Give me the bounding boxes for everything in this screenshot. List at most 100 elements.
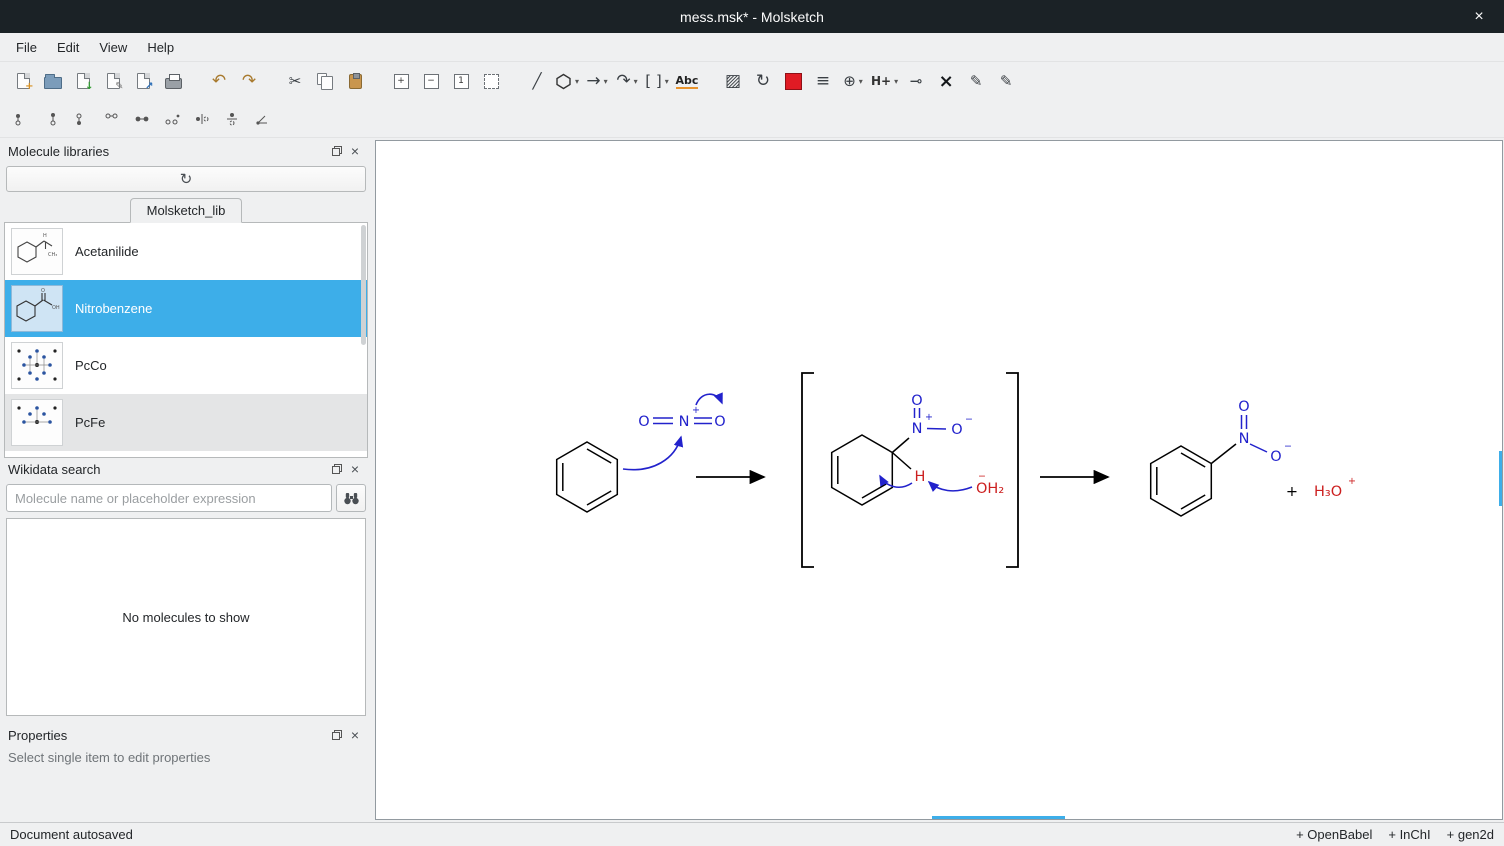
mechanism-dropdown-arrow[interactable]: ▾: [634, 77, 638, 86]
arrow-dropdown-arrow[interactable]: ▾: [604, 77, 608, 86]
intermediate-o-top[interactable]: O: [911, 393, 922, 409]
libraries-float-button[interactable]: [328, 142, 346, 160]
search-button[interactable]: [336, 484, 366, 512]
hydronium-ion[interactable]: H₃O +: [1314, 476, 1356, 500]
rotate-tool[interactable]: ↻: [748, 66, 778, 96]
intermediate-brackets[interactable]: [802, 373, 1018, 567]
curved-arrow-icon: ↷: [616, 71, 630, 91]
ring-dropdown-arrow[interactable]: ▾: [575, 77, 579, 86]
benzene-molecule[interactable]: [557, 442, 618, 512]
bracket-dropdown-arrow[interactable]: ▾: [665, 77, 669, 86]
menu-edit[interactable]: Edit: [47, 36, 89, 59]
zoom-in-button[interactable]: +: [386, 66, 416, 96]
hydronium-label[interactable]: H₃O: [1314, 484, 1342, 500]
arenium-intermediate[interactable]: O N + O − H: [832, 393, 973, 505]
molecule-tool-conformer[interactable]: [8, 104, 38, 134]
charge-dropdown-arrow[interactable]: ▾: [859, 77, 863, 86]
color-picker-button[interactable]: [778, 66, 808, 96]
intermediate-h[interactable]: H: [915, 469, 926, 485]
library-item-pcco[interactable]: PcCo: [5, 337, 367, 394]
menu-view[interactable]: View: [89, 36, 137, 59]
nitronium-ion[interactable]: O N + O: [638, 405, 725, 430]
save-button[interactable]: ↓: [68, 66, 98, 96]
curved-arrow-water-to-h[interactable]: [929, 482, 972, 491]
molecule-tool-bond-angle[interactable]: [248, 104, 278, 134]
vertical-scrollbar-thumb[interactable]: [1499, 451, 1502, 506]
drawing-canvas[interactable]: O N + O: [375, 140, 1503, 820]
curved-arrow-benzene-to-nitronium[interactable]: [623, 437, 681, 470]
library-item-pcfe[interactable]: PcFe: [5, 394, 367, 451]
print-button[interactable]: [158, 66, 188, 96]
nitronium-n[interactable]: N: [679, 414, 690, 430]
molecule-tool-split[interactable]: [98, 104, 128, 134]
redo-button[interactable]: ↷: [234, 66, 264, 96]
copy-button[interactable]: [310, 66, 340, 96]
save-as-button[interactable]: ✎: [98, 66, 128, 96]
charge-tool[interactable]: ⊕▾: [838, 66, 868, 96]
nitronium-o-right[interactable]: O: [714, 414, 725, 430]
new-file-icon: +: [17, 73, 30, 89]
paste-button[interactable]: [340, 66, 370, 96]
properties-float-button[interactable]: [328, 726, 346, 744]
format-brush-tool[interactable]: ✎: [961, 66, 991, 96]
libraries-close-button[interactable]: ×: [346, 142, 364, 160]
hydrogen-tool[interactable]: H+▾: [868, 66, 901, 96]
library-list-scrollbar[interactable]: [361, 225, 366, 345]
nitrobenzene-product[interactable]: O N O −: [1151, 399, 1292, 516]
new-file-button[interactable]: +: [8, 66, 38, 96]
product-o-right[interactable]: O: [1270, 449, 1281, 465]
menu-file[interactable]: File: [6, 36, 47, 59]
library-item-nitrobenzene[interactable]: O OH Nitrobenzene: [5, 280, 367, 337]
library-item-label: Nitrobenzene: [75, 301, 152, 316]
properties-close-button[interactable]: ×: [346, 726, 364, 744]
curved-arrow-no-bond-to-oxygen[interactable]: [696, 394, 722, 405]
refresh-libraries-button[interactable]: ↻: [6, 166, 366, 192]
hydronium-charge: +: [1348, 476, 1356, 487]
molecule-tool-flip-vertical[interactable]: [218, 104, 248, 134]
menu-help[interactable]: Help: [137, 36, 184, 59]
main-content: Molecule libraries × ↻ Molsketch_lib: [0, 138, 1504, 822]
open-file-button[interactable]: [38, 66, 68, 96]
intermediate-o-right[interactable]: O: [951, 422, 962, 438]
library-item-acetanilide[interactable]: H CH₃ Acetanilide: [5, 223, 367, 280]
molecule-tool-pair[interactable]: [158, 104, 188, 134]
molecule-tool-merge[interactable]: [128, 104, 158, 134]
text-tool[interactable]: Abc: [672, 66, 702, 96]
product-o-top[interactable]: O: [1238, 399, 1249, 415]
window-close-button[interactable]: ×: [1464, 0, 1494, 33]
arrow-tool[interactable]: →▾: [582, 66, 612, 96]
export-button[interactable]: ↗: [128, 66, 158, 96]
molecule-tool-stereo[interactable]: [38, 104, 68, 134]
zoom-out-button[interactable]: −: [416, 66, 446, 96]
export-icon: ↗: [137, 73, 150, 89]
pcco-thumbnail: [11, 342, 63, 389]
horizontal-scrollbar-thumb[interactable]: [932, 816, 1065, 819]
wikidata-close-button[interactable]: ×: [346, 460, 364, 478]
molecule-tool-flip-horizontal[interactable]: [188, 104, 218, 134]
format-apply-tool[interactable]: ✎: [991, 66, 1021, 96]
split-icon: [103, 111, 123, 127]
intermediate-n[interactable]: N: [912, 421, 923, 437]
line-width-button[interactable]: ≡: [808, 66, 838, 96]
water-label[interactable]: OH₂: [976, 481, 1004, 497]
water-nucleophile[interactable]: OH₂ −: [976, 471, 1004, 497]
molecule-tool-join[interactable]: [68, 104, 98, 134]
molecule-search-input[interactable]: [6, 484, 332, 512]
hydrogen-dropdown-arrow[interactable]: ▾: [894, 77, 898, 86]
product-n[interactable]: N: [1239, 431, 1250, 447]
draw-bond-tool[interactable]: ╱: [522, 66, 552, 96]
bracket-tool[interactable]: [ ]▾: [642, 66, 672, 96]
mechanism-arrow-tool[interactable]: ↷▾: [612, 66, 642, 96]
undo-button[interactable]: ↶: [204, 66, 234, 96]
pen-icon: ✎: [970, 72, 983, 90]
cut-button[interactable]: ✂: [280, 66, 310, 96]
ring-tool[interactable]: ▾: [552, 66, 582, 96]
tab-molsketch-lib[interactable]: Molsketch_lib: [130, 198, 243, 223]
wikidata-float-button[interactable]: [328, 460, 346, 478]
nitronium-o-left[interactable]: O: [638, 414, 649, 430]
electron-flow-tool[interactable]: ⊸: [901, 66, 931, 96]
zoom-fit-button[interactable]: [476, 66, 506, 96]
hatch-tool[interactable]: ▨: [718, 66, 748, 96]
zoom-reset-button[interactable]: 1: [446, 66, 476, 96]
delete-tool[interactable]: ×: [931, 66, 961, 96]
